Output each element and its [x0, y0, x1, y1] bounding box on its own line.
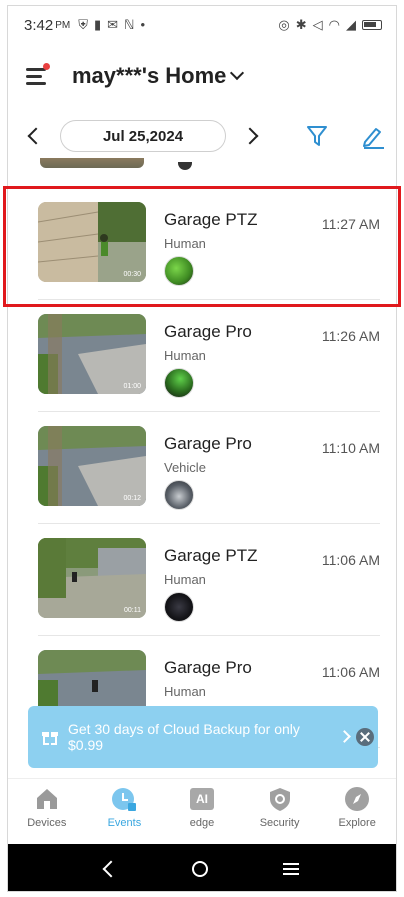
event-device-name: Garage PTZ — [164, 546, 258, 565]
signal-icon: ◢ — [346, 17, 356, 32]
battery-icon — [362, 20, 382, 30]
event-thumbnail[interactable]: 00:30 — [38, 202, 146, 282]
event-duration: 00:11 — [124, 607, 141, 614]
tab-label: Events — [107, 817, 142, 829]
event-type: Human — [164, 348, 206, 363]
ai-edge-icon: AI — [188, 785, 216, 813]
chevron-right-icon — [338, 730, 351, 743]
sim-status-icon: ▮ — [93, 17, 102, 32]
system-nav-bar — [8, 844, 396, 891]
menu-icon[interactable] — [26, 63, 50, 86]
back-button[interactable] — [102, 860, 120, 877]
event-device-name: Garage Pro — [164, 322, 252, 341]
tab-security[interactable]: Security — [241, 779, 319, 838]
date-bar: Jul 25,2024 — [8, 116, 396, 156]
event-row-4[interactable]: 00:11 Garage PTZ Human 11:06 AM — [38, 524, 380, 636]
tab-label: Security — [259, 817, 300, 829]
tab-edge[interactable]: AI edge — [163, 779, 241, 838]
notification-icons: ⛨ ▮ ✉ ℕ • — [78, 17, 145, 33]
close-banner-button[interactable] — [356, 728, 374, 746]
filter-icon[interactable] — [306, 124, 328, 148]
status-time: 3:42 — [24, 16, 54, 34]
home-selector[interactable]: may***'s Home — [72, 63, 245, 89]
banner-text: Get 30 days of Cloud Backup for only $0.… — [68, 721, 300, 753]
chevron-down-icon — [230, 65, 245, 81]
date-label: Jul 25,2024 — [102, 127, 184, 145]
tab-explore[interactable]: Explore — [318, 779, 396, 838]
edit-icon[interactable] — [360, 124, 386, 150]
bottom-tab-bar: Devices Events AI edge Security Explore — [8, 778, 396, 838]
event-thumbnail[interactable]: 01:00 — [38, 314, 146, 394]
event-row-1[interactable]: 00:30 Garage PTZ Human 11:27 AM — [38, 188, 380, 300]
date-picker[interactable]: Jul 25,2024 — [60, 120, 226, 152]
event-duration: 00:30 — [123, 271, 141, 278]
event-type: Human — [164, 684, 206, 699]
event-avatar — [164, 368, 194, 398]
phone-screen: 3:42 PM ⛨ ▮ ✉ ℕ • ◎ ✱ ◁ ◠ ◢ may***'s Hom… — [7, 5, 397, 892]
event-device-name: Garage Pro — [164, 658, 252, 677]
tab-devices[interactable]: Devices — [8, 779, 86, 838]
mail-status-icon: ✉ — [107, 17, 119, 32]
event-thumbnail — [40, 158, 144, 168]
cloud-backup-banner[interactable]: Get 30 days of Cloud Backup for only $0.… — [28, 706, 378, 768]
event-row-3[interactable]: 00:12 Garage Pro Vehicle 11:10 AM — [38, 412, 380, 524]
nfc-icon: ◎ — [278, 17, 290, 32]
event-thumbnail[interactable]: 00:12 — [38, 426, 146, 506]
event-time: 11:06 AM — [321, 664, 380, 680]
mute-icon: ◁ — [312, 17, 323, 32]
event-avatar — [164, 592, 194, 622]
event-time: 11:27 AM — [321, 216, 380, 232]
home-title: may***'s Home — [72, 63, 227, 88]
tab-events[interactable]: Events — [86, 779, 164, 838]
shield-icon — [269, 788, 290, 811]
gift-icon — [42, 729, 58, 745]
event-duration: 01:00 — [123, 383, 141, 390]
event-device-name: Garage Pro — [164, 434, 252, 453]
event-type: Human — [164, 572, 206, 587]
event-time: 11:10 AM — [321, 440, 380, 456]
status-ampm: PM — [55, 19, 71, 31]
system-icons: ◎ ✱ ◁ ◠ ◢ — [278, 17, 382, 33]
home-button[interactable] — [191, 860, 208, 877]
event-thumbnail[interactable]: 00:11 — [38, 538, 146, 618]
event-time: 11:26 AM — [321, 328, 380, 344]
next-day-button[interactable] — [241, 127, 259, 145]
event-avatar — [178, 162, 192, 170]
event-type: Vehicle — [164, 460, 206, 475]
house-icon — [36, 789, 57, 809]
event-avatar — [164, 256, 194, 286]
bluetooth-icon: ✱ — [295, 17, 307, 32]
event-avatar — [164, 480, 194, 510]
events-icon — [112, 788, 137, 811]
event-duration: 00:12 — [123, 495, 141, 502]
wifi-icon: ◠ — [328, 17, 340, 32]
n-status-icon: ℕ — [124, 17, 135, 32]
event-time: 11:06 AM — [321, 552, 380, 568]
tab-label: Devices — [27, 817, 67, 829]
status-bar: 3:42 PM ⛨ ▮ ✉ ℕ • ◎ ✱ ◁ ◠ ◢ — [8, 6, 396, 44]
event-list[interactable]: 00:30 Garage PTZ Human 11:27 AM 01:00 Ga… — [8, 158, 396, 768]
app-header: may***'s Home — [8, 54, 396, 98]
event-row-2[interactable]: 01:00 Garage Pro Human 11:26 AM — [38, 300, 380, 412]
tab-label: edge — [189, 817, 215, 829]
shield-status-icon: ⛨ — [78, 17, 88, 32]
event-type: Human — [164, 236, 206, 251]
partial-event-row — [40, 158, 240, 174]
compass-icon — [345, 787, 370, 811]
recents-button[interactable] — [282, 862, 299, 875]
previous-day-button[interactable] — [27, 127, 45, 145]
event-device-name: Garage PTZ — [164, 210, 258, 229]
tab-label: Explore — [338, 817, 376, 829]
notification-dot-icon — [43, 63, 50, 70]
dot-status-icon: • — [140, 17, 146, 32]
